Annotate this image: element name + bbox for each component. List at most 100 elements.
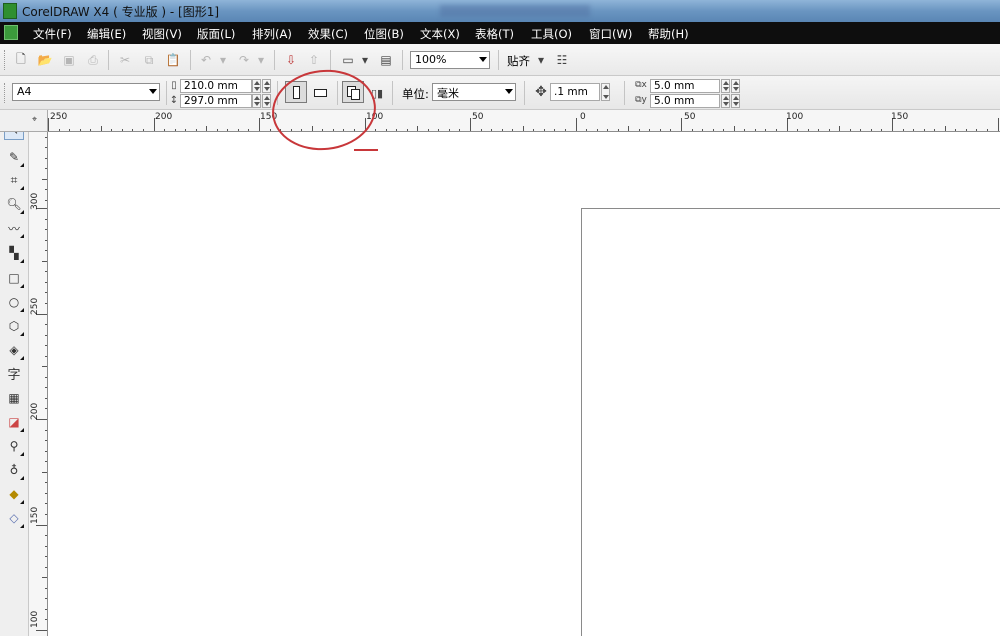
chevron-down-icon <box>479 57 487 62</box>
separator <box>108 50 109 70</box>
welcome-screen-icon[interactable]: ▤ <box>377 51 395 69</box>
zoom-tool-icon[interactable]: 🔍︎ <box>4 194 24 214</box>
ellipse-tool-icon[interactable]: ○ <box>4 292 24 312</box>
freehand-tool-icon[interactable]: 〰 <box>4 218 24 238</box>
ruler-label: 100 <box>30 610 40 628</box>
outline-tool-icon[interactable]: ♁ <box>4 460 24 480</box>
redo-dropdown-icon[interactable]: ▾ <box>256 51 266 69</box>
redo-icon[interactable]: ↷ <box>235 51 253 69</box>
duplicate-distance-x-field[interactable]: 5.0 mm <box>650 79 720 93</box>
ruler-label: 150 <box>891 112 909 122</box>
menu-layout[interactable]: 版面(L) <box>197 26 235 42</box>
print-icon[interactable]: ⎙ <box>84 51 102 69</box>
nudge-offset-icon: ✥ <box>535 84 547 100</box>
menu-arrange[interactable]: 排列(A) <box>252 26 292 42</box>
menu-help[interactable]: 帮助(H) <box>648 26 689 42</box>
zoom-level-combo[interactable]: 100% <box>410 51 490 69</box>
import-icon[interactable]: ⇩ <box>282 51 300 69</box>
duplicate-distance-x-spinner[interactable] <box>721 79 730 93</box>
cut-icon[interactable]: ✂ <box>116 51 134 69</box>
drawing-canvas[interactable] <box>48 132 1000 636</box>
menu-tools[interactable]: 工具(O) <box>531 26 572 42</box>
menu-edit[interactable]: 编辑(E) <box>87 26 126 42</box>
text-tool-icon[interactable]: 字 <box>4 363 24 383</box>
window-title: CorelDRAW X4 ( 专业版 ) - [图形1] <box>22 5 220 19</box>
nudge-offset-field[interactable]: .1 mm <box>550 83 600 101</box>
horizontal-ruler[interactable]: 250 200 150 100 50 0 50 100 150 <box>48 110 1000 132</box>
snap-dropdown-icon[interactable]: ▾ <box>536 51 546 69</box>
launcher-dropdown-icon[interactable]: ▾ <box>360 51 370 69</box>
separator <box>402 50 403 70</box>
basic-shapes-tool-icon[interactable]: ◈ <box>4 340 24 360</box>
standard-toolbar: 🗋 📂 ▣ ⎙ ✂ ⧉ 📋 ↶ ▾ ↷ ▾ ⇩ ⇧ ▭ ▾ ▤ 100% 贴齐 … <box>0 44 1000 76</box>
paste-icon[interactable]: 📋 <box>164 51 182 69</box>
chevron-down-icon <box>505 89 513 94</box>
duplicate-distance-y-spinner[interactable] <box>721 94 730 108</box>
menu-view[interactable]: 视图(V) <box>142 26 182 42</box>
open-folder-icon[interactable]: 📂 <box>36 51 54 69</box>
polygon-tool-icon[interactable]: ⬡ <box>4 316 24 336</box>
duplicate-distance-y-icon: ⧉y <box>635 95 647 105</box>
copy-icon[interactable]: ⧉ <box>140 51 158 69</box>
separator <box>624 81 625 105</box>
title-bar: CorelDRAW X4 ( 专业版 ) - [图形1] <box>0 0 1000 22</box>
duplicate-distance-y-arrow[interactable] <box>731 94 740 108</box>
interactive-blend-tool-icon[interactable]: ◪ <box>4 412 24 432</box>
table-tool-icon[interactable]: ▦ <box>4 388 24 408</box>
duplicate-distance-y-field[interactable]: 5.0 mm <box>650 94 720 108</box>
page-height-spinner[interactable] <box>252 94 261 108</box>
page-width-field[interactable]: 210.0 mm <box>180 79 252 93</box>
ruler-origin-icon: ⌖ <box>32 115 38 125</box>
nudge-offset-spinner[interactable] <box>601 83 610 101</box>
blurred-taskbar-region <box>440 5 590 17</box>
separator <box>190 50 191 70</box>
ruler-origin[interactable]: ⌖ <box>0 110 48 132</box>
horizontal-ruler-ticks <box>48 118 999 131</box>
page-width-spinner[interactable] <box>252 79 261 93</box>
new-document-icon[interactable]: 🗋 <box>12 51 30 69</box>
menu-file[interactable]: 文件(F) <box>33 26 72 42</box>
rectangle-tool-icon[interactable]: □ <box>4 268 24 288</box>
coreldraw-app-icon[interactable] <box>3 3 17 19</box>
undo-dropdown-icon[interactable]: ▾ <box>218 51 228 69</box>
toolbox: ↖ ✎ ⌗ 🔍︎ 〰 ▚ □ ○ ⬡ ◈ 字 ▦ ◪ ⚲ ♁ ◆ ◇ <box>0 110 29 636</box>
eyedropper-tool-icon[interactable]: ⚲ <box>4 436 24 456</box>
separator <box>392 81 393 105</box>
undo-icon[interactable]: ↶ <box>197 51 215 69</box>
shape-tool-icon[interactable]: ✎ <box>4 147 24 167</box>
interactive-fill-tool-icon[interactable]: ◇ <box>4 508 24 528</box>
menu-bar: 文件(F) 编辑(E) 视图(V) 版面(L) 排列(A) 效果(C) 位图(B… <box>0 22 1000 44</box>
page-size-combo[interactable]: A4 <box>12 83 160 101</box>
page-height-field[interactable]: 297.0 mm <box>180 94 252 108</box>
toolbar-grip[interactable] <box>4 50 7 70</box>
ruler-label: 150 <box>30 506 40 524</box>
ruler-label: 250 <box>50 112 68 122</box>
page-width-icon: ▯ <box>171 79 177 91</box>
document-page[interactable] <box>581 208 1000 636</box>
menu-bitmaps[interactable]: 位图(B) <box>364 26 404 42</box>
smart-fill-tool-icon[interactable]: ▚ <box>4 243 24 263</box>
duplicate-distance-x-arrow[interactable] <box>731 79 740 93</box>
chevron-down-icon <box>149 89 157 94</box>
save-icon[interactable]: ▣ <box>60 51 78 69</box>
menu-table[interactable]: 表格(T) <box>475 26 514 42</box>
snap-to-button[interactable]: 贴齐 <box>507 53 530 69</box>
page-height-lock[interactable] <box>262 94 271 108</box>
options-icon[interactable]: ☷ <box>553 51 571 69</box>
ruler-label: 250 <box>30 297 40 315</box>
page-width-lock[interactable] <box>262 79 271 93</box>
application-launcher-icon[interactable]: ▭ <box>339 51 357 69</box>
toolbar-grip[interactable] <box>4 83 7 103</box>
ruler-label: 0 <box>580 112 586 122</box>
fill-tool-icon[interactable]: ◆ <box>4 484 24 504</box>
menu-text[interactable]: 文本(X) <box>420 26 460 42</box>
ruler-label: 300 <box>30 192 40 210</box>
units-combo[interactable]: 毫米 <box>432 83 516 101</box>
menu-effects[interactable]: 效果(C) <box>308 26 348 42</box>
crop-tool-icon[interactable]: ⌗ <box>4 170 24 190</box>
vertical-ruler[interactable]: 300 250 200 150 100 <box>29 132 48 636</box>
export-icon[interactable]: ⇧ <box>305 51 323 69</box>
document-menu-icon[interactable] <box>4 25 18 40</box>
menu-window[interactable]: 窗口(W) <box>589 26 632 42</box>
page-size-value: A4 <box>17 85 32 98</box>
